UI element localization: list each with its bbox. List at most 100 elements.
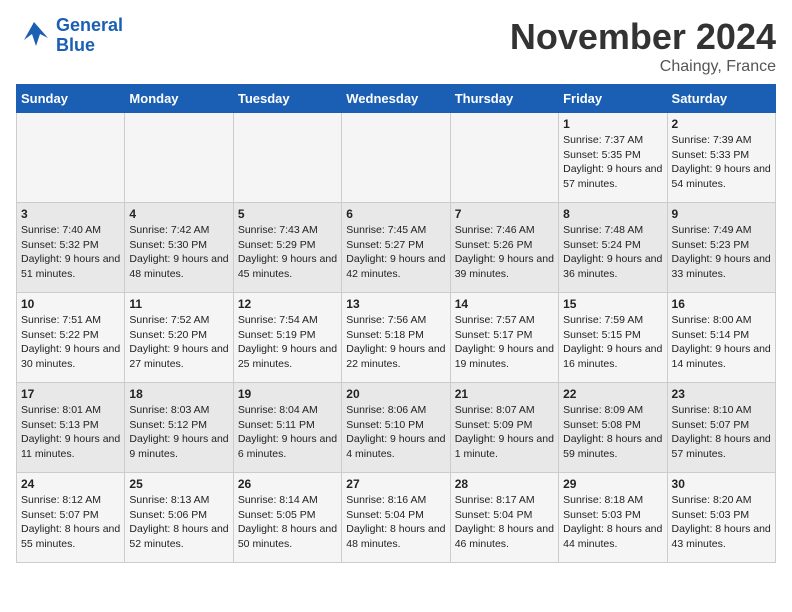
day-number: 6: [346, 207, 445, 221]
location: Chaingy, France: [510, 58, 776, 76]
day-number: 16: [672, 297, 771, 311]
day-info: Sunrise: 8:16 AM Sunset: 5:04 PM Dayligh…: [346, 493, 445, 552]
day-info: Sunrise: 7:43 AM Sunset: 5:29 PM Dayligh…: [238, 223, 337, 282]
day-number: 22: [563, 387, 662, 401]
day-number: 2: [672, 117, 771, 131]
calendar-cell: 25Sunrise: 8:13 AM Sunset: 5:06 PM Dayli…: [125, 473, 233, 563]
day-info: Sunrise: 7:46 AM Sunset: 5:26 PM Dayligh…: [455, 223, 554, 282]
calendar-cell: 27 Sunrise: 8:16 AM Sunset: 5:04 PM Dayli…: [342, 473, 450, 563]
day-number: 18: [129, 387, 228, 401]
day-info: Sunrise: 8:18 AM Sunset: 5:03 PM Dayligh…: [563, 493, 662, 552]
day-number: 7: [455, 207, 554, 221]
calendar-cell: 17 Sunrise: 8:01 AM Sunset: 5:13 PM Dayli…: [17, 383, 125, 473]
day-info: Sunrise: 7:40 AM Sunset: 5:32 PM Dayligh…: [21, 223, 120, 282]
day-info: Sunrise: 8:03 AM Sunset: 5:12 PM Dayligh…: [129, 403, 228, 462]
day-info: Sunrise: 8:10 AM Sunset: 5:07 PM Dayligh…: [672, 403, 771, 462]
day-number: 9: [672, 207, 771, 221]
week-row-3: 17 Sunrise: 8:01 AM Sunset: 5:13 PM Dayli…: [17, 383, 776, 473]
calendar-cell: 28Sunrise: 8:17 AM Sunset: 5:04 PM Dayli…: [450, 473, 558, 563]
header: General Blue November 2024 Chaingy, Fran…: [16, 16, 776, 76]
calendar-cell: 11 Sunrise: 7:52 AM Sunset: 5:20 PM Dayli…: [125, 293, 233, 383]
calendar-cell: 2 Sunrise: 7:39 AM Sunset: 5:33 PM Daylig…: [667, 113, 775, 203]
calendar-cell: 26 Sunrise: 8:14 AM Sunset: 5:05 PM Dayli…: [233, 473, 341, 563]
day-info: Sunrise: 7:39 AM Sunset: 5:33 PM Dayligh…: [672, 133, 771, 192]
calendar-cell: [450, 113, 558, 203]
day-number: 24: [21, 477, 120, 491]
calendar-cell: [233, 113, 341, 203]
day-info: Sunrise: 7:56 AM Sunset: 5:18 PM Dayligh…: [346, 313, 445, 372]
title-area: November 2024 Chaingy, France: [510, 16, 776, 76]
day-number: 11: [129, 297, 228, 311]
day-number: 4: [129, 207, 228, 221]
day-number: 20: [346, 387, 445, 401]
day-info: Sunrise: 8:01 AM Sunset: 5:13 PM Dayligh…: [21, 403, 120, 462]
day-info: Sunrise: 8:12 AM Sunset: 5:07 PM Dayligh…: [21, 493, 120, 552]
day-info: Sunrise: 7:45 AM Sunset: 5:27 PM Dayligh…: [346, 223, 445, 282]
calendar-cell: 21 Sunrise: 8:07 AM Sunset: 5:09 PM Dayli…: [450, 383, 558, 473]
day-info: Sunrise: 8:06 AM Sunset: 5:10 PM Dayligh…: [346, 403, 445, 462]
logo-icon: [16, 18, 52, 54]
day-info: Sunrise: 8:04 AM Sunset: 5:11 PM Dayligh…: [238, 403, 337, 462]
calendar-cell: 10Sunrise: 7:51 AM Sunset: 5:22 PM Dayli…: [17, 293, 125, 383]
day-number: 27: [346, 477, 445, 491]
calendar-cell: 20 Sunrise: 8:06 AM Sunset: 5:10 PM Dayli…: [342, 383, 450, 473]
col-monday: Monday: [125, 85, 233, 113]
day-number: 29: [563, 477, 662, 491]
day-number: 30: [672, 477, 771, 491]
col-saturday: Saturday: [667, 85, 775, 113]
calendar-cell: 22Sunrise: 8:09 AM Sunset: 5:08 PM Dayli…: [559, 383, 667, 473]
calendar-cell: 15 Sunrise: 7:59 AM Sunset: 5:15 PM Dayli…: [559, 293, 667, 383]
calendar-cell: [125, 113, 233, 203]
day-number: 21: [455, 387, 554, 401]
week-row-4: 24 Sunrise: 8:12 AM Sunset: 5:07 PM Dayli…: [17, 473, 776, 563]
day-number: 19: [238, 387, 337, 401]
calendar-cell: 14 Sunrise: 7:57 AM Sunset: 5:17 PM Dayli…: [450, 293, 558, 383]
calendar-cell: 6 Sunrise: 7:45 AM Sunset: 5:27 PM Daylig…: [342, 203, 450, 293]
calendar-cell: 18 Sunrise: 8:03 AM Sunset: 5:12 PM Dayli…: [125, 383, 233, 473]
calendar-cell: 9Sunrise: 7:49 AM Sunset: 5:23 PM Daylig…: [667, 203, 775, 293]
day-number: 12: [238, 297, 337, 311]
day-number: 14: [455, 297, 554, 311]
calendar-cell: 1Sunrise: 7:37 AM Sunset: 5:35 PM Daylig…: [559, 113, 667, 203]
day-number: 5: [238, 207, 337, 221]
day-info: Sunrise: 7:37 AM Sunset: 5:35 PM Dayligh…: [563, 133, 662, 192]
day-number: 23: [672, 387, 771, 401]
calendar-cell: 29 Sunrise: 8:18 AM Sunset: 5:03 PM Dayli…: [559, 473, 667, 563]
week-row-0: 1Sunrise: 7:37 AM Sunset: 5:35 PM Daylig…: [17, 113, 776, 203]
calendar-cell: 16 Sunrise: 8:00 AM Sunset: 5:14 PM Dayli…: [667, 293, 775, 383]
day-info: Sunrise: 7:54 AM Sunset: 5:19 PM Dayligh…: [238, 313, 337, 372]
day-info: Sunrise: 8:07 AM Sunset: 5:09 PM Dayligh…: [455, 403, 554, 462]
day-number: 13: [346, 297, 445, 311]
week-row-2: 10Sunrise: 7:51 AM Sunset: 5:22 PM Dayli…: [17, 293, 776, 383]
day-number: 15: [563, 297, 662, 311]
calendar-cell: 12 Sunrise: 7:54 AM Sunset: 5:19 PM Dayli…: [233, 293, 341, 383]
logo: General Blue: [16, 16, 123, 56]
col-wednesday: Wednesday: [342, 85, 450, 113]
calendar-cell: [342, 113, 450, 203]
col-sunday: Sunday: [17, 85, 125, 113]
day-info: Sunrise: 7:57 AM Sunset: 5:17 PM Dayligh…: [455, 313, 554, 372]
calendar-cell: [17, 113, 125, 203]
col-tuesday: Tuesday: [233, 85, 341, 113]
calendar-cell: 3Sunrise: 7:40 AM Sunset: 5:32 PM Daylig…: [17, 203, 125, 293]
day-info: Sunrise: 7:59 AM Sunset: 5:15 PM Dayligh…: [563, 313, 662, 372]
calendar-cell: 7 Sunrise: 7:46 AM Sunset: 5:26 PM Daylig…: [450, 203, 558, 293]
day-number: 25: [129, 477, 228, 491]
day-number: 26: [238, 477, 337, 491]
header-row: Sunday Monday Tuesday Wednesday Thursday…: [17, 85, 776, 113]
col-thursday: Thursday: [450, 85, 558, 113]
month-title: November 2024: [510, 16, 776, 58]
calendar-cell: 8Sunrise: 7:48 AM Sunset: 5:24 PM Daylig…: [559, 203, 667, 293]
day-info: Sunrise: 8:14 AM Sunset: 5:05 PM Dayligh…: [238, 493, 337, 552]
day-number: 17: [21, 387, 120, 401]
calendar-table: Sunday Monday Tuesday Wednesday Thursday…: [16, 84, 776, 563]
day-info: Sunrise: 7:42 AM Sunset: 5:30 PM Dayligh…: [129, 223, 228, 282]
day-info: Sunrise: 8:00 AM Sunset: 5:14 PM Dayligh…: [672, 313, 771, 372]
calendar-cell: 30Sunrise: 8:20 AM Sunset: 5:03 PM Dayli…: [667, 473, 775, 563]
calendar-cell: 19 Sunrise: 8:04 AM Sunset: 5:11 PM Dayli…: [233, 383, 341, 473]
day-info: Sunrise: 8:17 AM Sunset: 5:04 PM Dayligh…: [455, 493, 554, 552]
day-number: 8: [563, 207, 662, 221]
col-friday: Friday: [559, 85, 667, 113]
day-info: Sunrise: 7:52 AM Sunset: 5:20 PM Dayligh…: [129, 313, 228, 372]
calendar-cell: 24 Sunrise: 8:12 AM Sunset: 5:07 PM Dayli…: [17, 473, 125, 563]
